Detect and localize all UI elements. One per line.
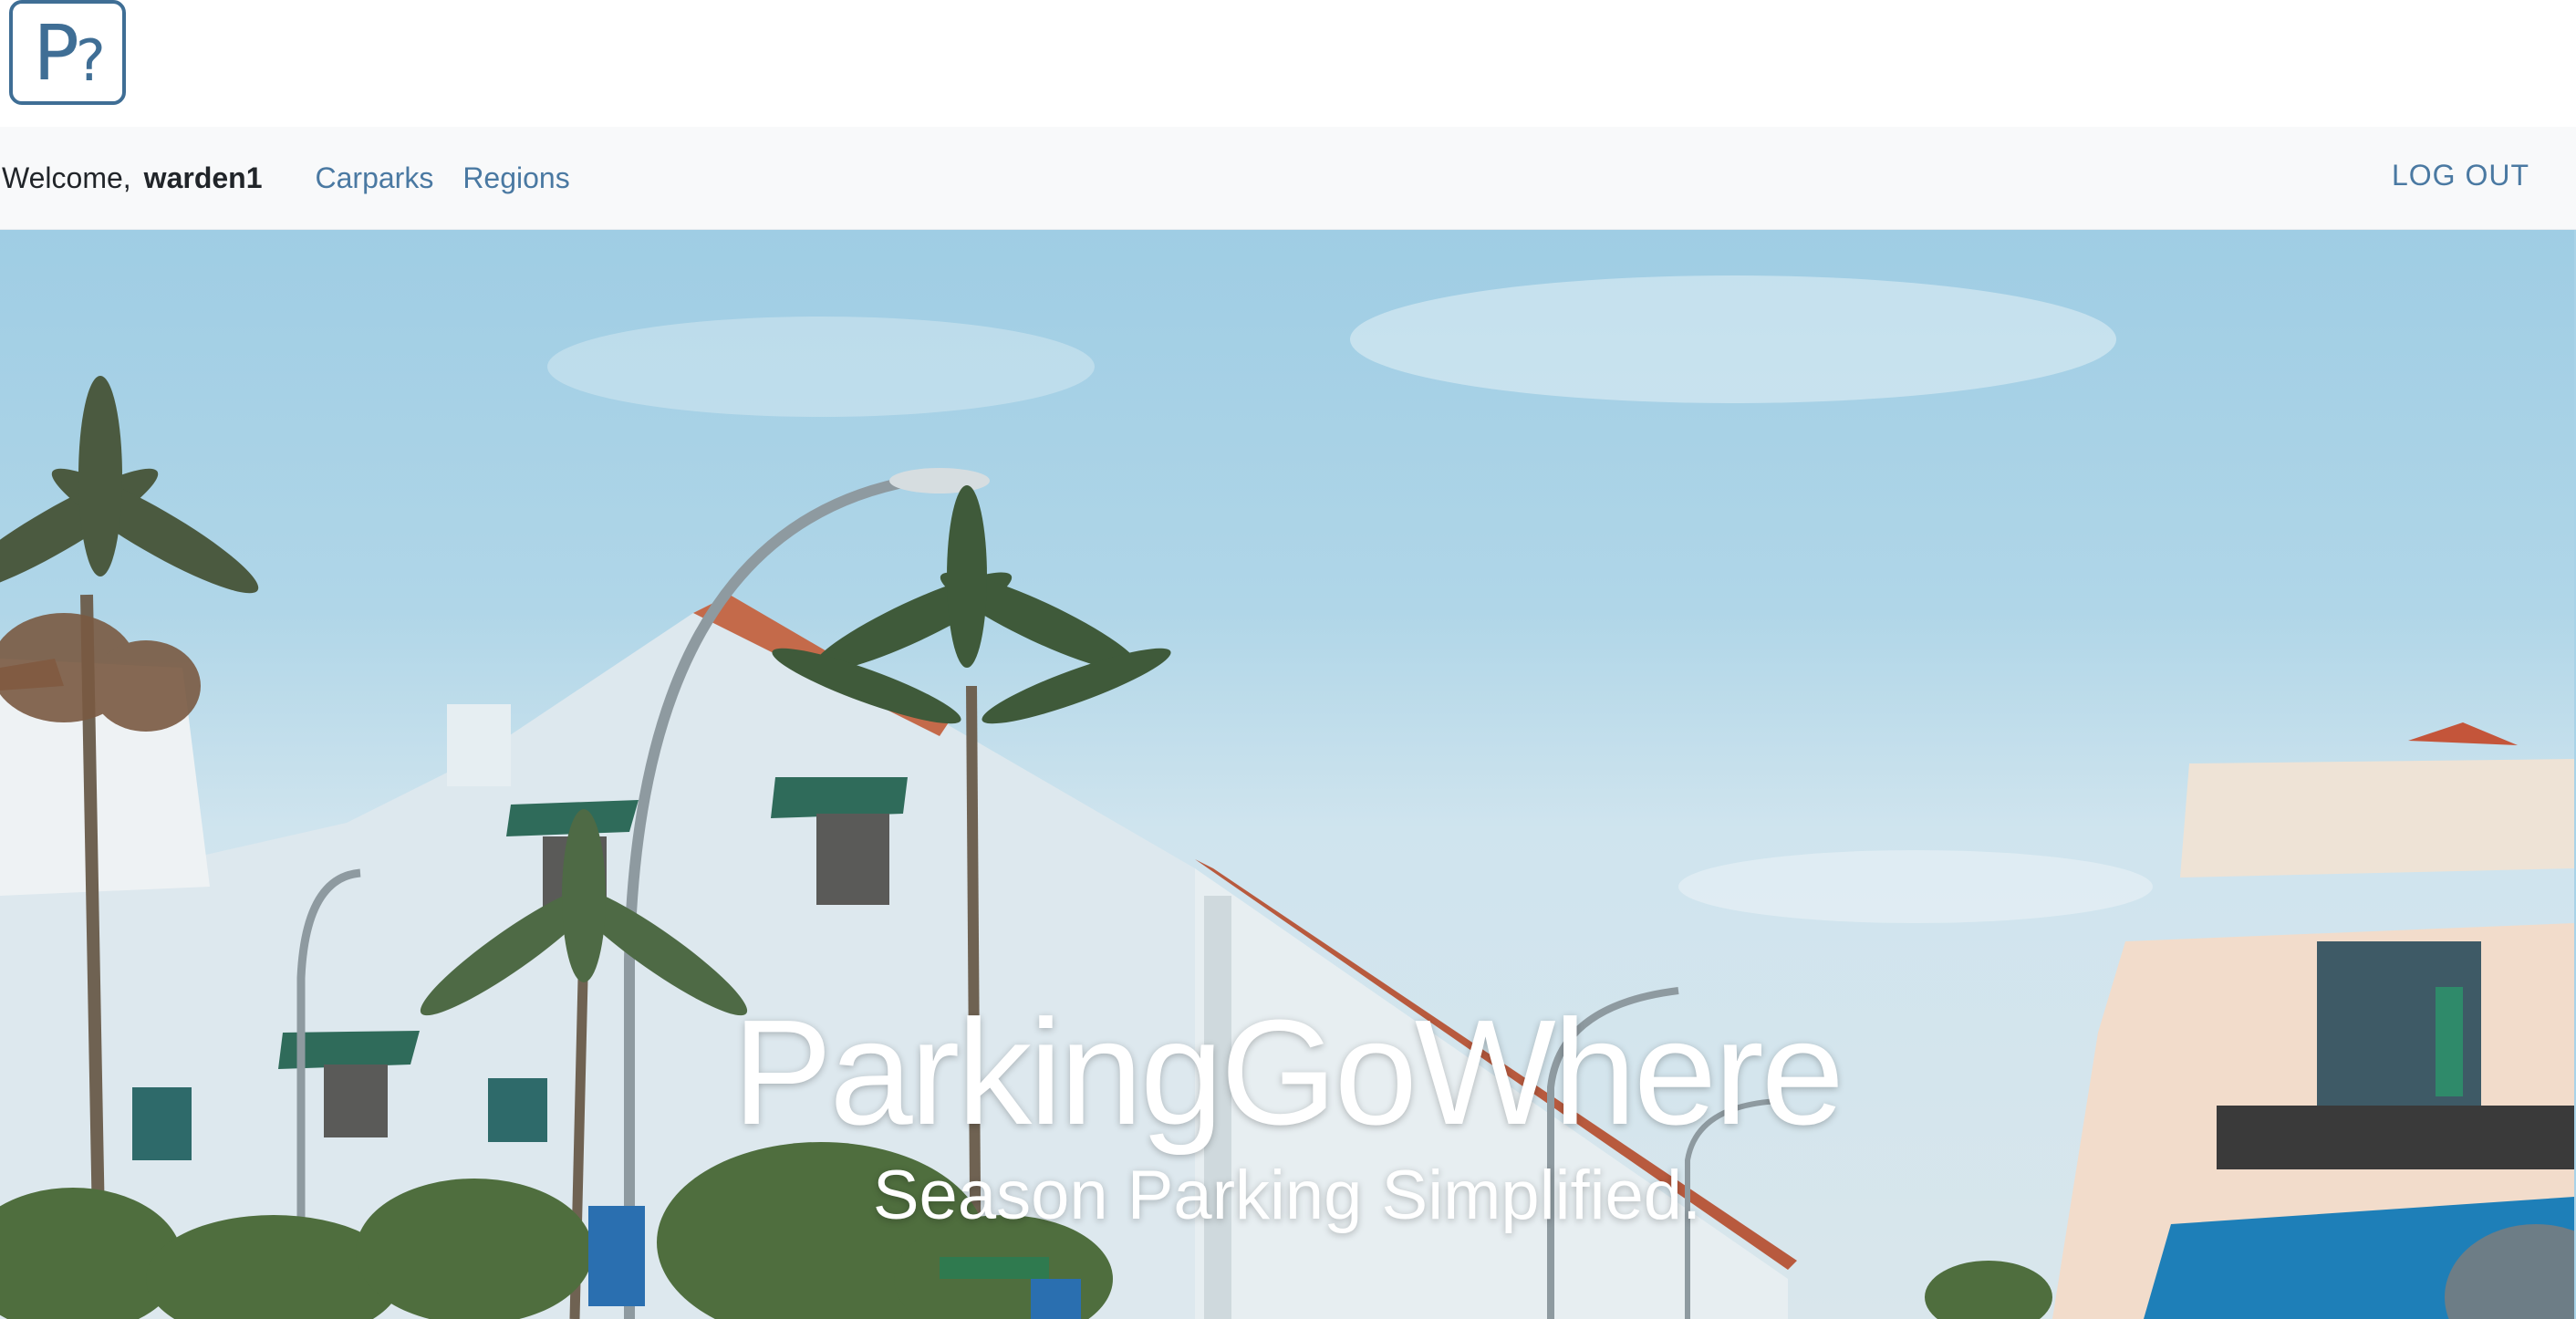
hero-banner: ParkingGoWhere Season Parking Simplified… (0, 230, 2574, 1319)
logo-letter: P (33, 7, 79, 98)
logo-question-mark: ? (75, 27, 106, 94)
welcome-label: Welcome, (2, 161, 131, 194)
hero-subtitle: Season Parking Simplified. (872, 1157, 1702, 1234)
nav-link-regions[interactable]: Regions (462, 161, 569, 195)
brand-bar: P? (0, 0, 2576, 127)
username: warden1 (143, 161, 263, 194)
navbar: Welcome, warden1 Carparks Regions LOG OU… (0, 127, 2576, 230)
logout-button[interactable]: LOG OUT (2392, 159, 2529, 192)
logo[interactable]: P? (9, 0, 126, 105)
hero-title: ParkingGoWhere (732, 989, 1844, 1156)
nav-link-carparks[interactable]: Carparks (316, 161, 434, 195)
